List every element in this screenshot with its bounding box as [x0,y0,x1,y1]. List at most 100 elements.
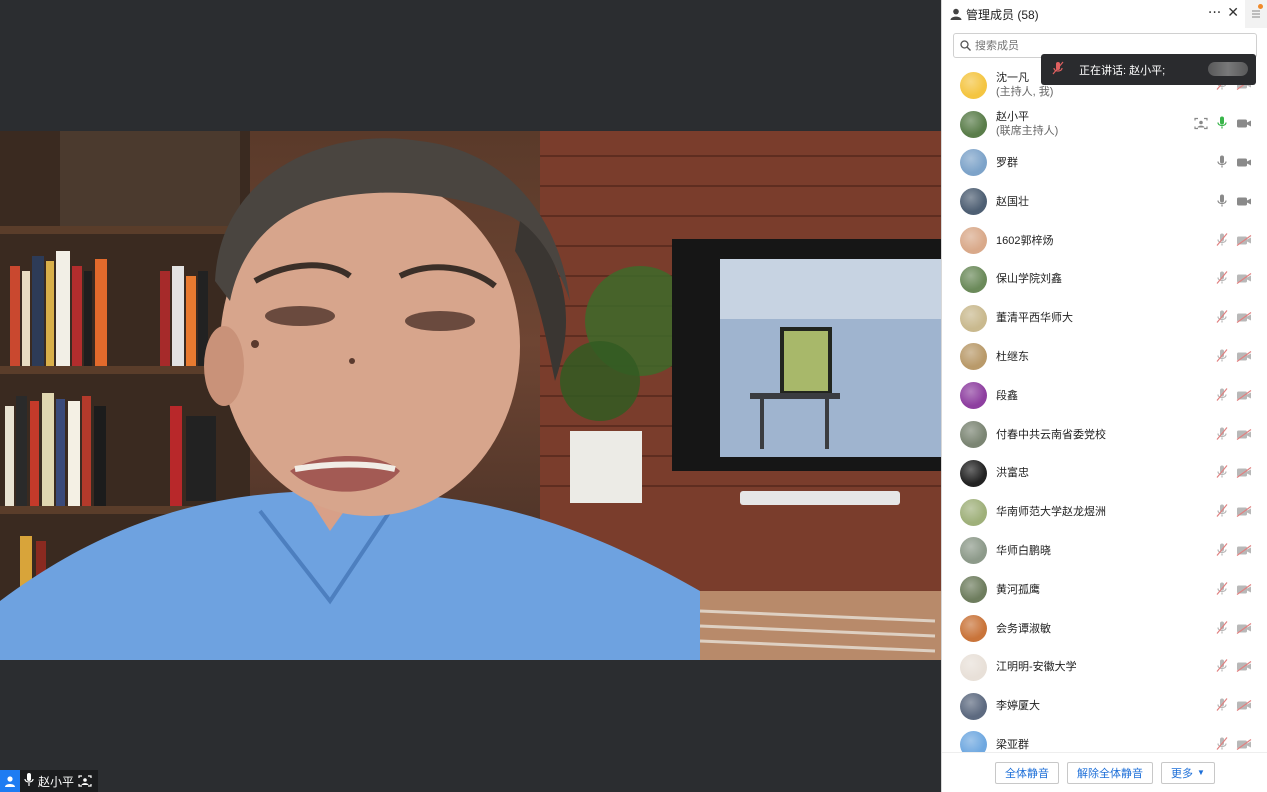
avatar [960,537,987,565]
member-name: 赵国壮 [996,195,1029,208]
member-name: 罗群 [996,156,1018,169]
camera-icon[interactable] [1236,192,1252,211]
more-button[interactable]: 更多 ▼ [1161,761,1215,784]
member-name: 1602郭梓炀 [996,234,1054,247]
mic-muted-icon[interactable] [1216,347,1228,366]
muted-mic-icon [1051,60,1065,79]
avatar [960,110,987,138]
avatar [960,653,987,681]
unmute-all-button[interactable]: 解除全体静音 [1067,761,1154,784]
caret-down-icon: ▼ [1197,768,1205,777]
member-list: 沈一凡 (主持人, 我) 赵小平 (联席主持人) 罗群 赵国壮 1602郭梓炀 保山学院刘鑫董… [942,66,1267,752]
blurred-area [1208,62,1248,76]
camera-off-icon[interactable] [1236,580,1252,599]
camera-off-icon[interactable] [1236,464,1252,483]
avatar [960,71,987,99]
member-name: 段鑫 [996,389,1018,402]
mic-muted-icon[interactable] [1216,580,1228,599]
avatar [960,227,987,255]
member-row[interactable]: 董清平西华师大 [942,299,1267,338]
camera-off-icon[interactable] [1236,658,1252,677]
speaker-name: 赵小平 [38,774,75,789]
member-name: 会务谭淑敏 [996,622,1051,635]
member-row[interactable]: 杜继东 [942,338,1267,377]
avatar [960,615,987,643]
member-name: 李婷厦大 [996,700,1040,713]
speaking-tooltip: 正在讲话: 赵小平; [1041,54,1256,85]
member-name: 黄河孤鹰 [996,583,1040,596]
more-button-label: 更多 [1171,767,1194,780]
mic-icon [24,772,34,791]
member-name: 江明明-安徽大学 [996,661,1077,674]
member-row[interactable]: 保山学院刘鑫 [942,260,1267,299]
mic-muted-icon[interactable] [1216,425,1228,444]
hamburger-icon [1252,10,1260,18]
mic-muted-icon[interactable] [1216,386,1228,405]
member-role: (联席主持人) [996,125,1059,138]
meeting-window: 赵小平 管理成员 (58) ··· ✕ 搜索成员 沈一凡 (主持人, 我) 赵小… [0,0,1267,792]
screen-share-icon [78,772,92,791]
member-row[interactable]: 黄河孤鹰 [942,570,1267,609]
member-row[interactable]: 罗群 [942,144,1267,183]
close-icon[interactable]: ✕ [1227,5,1239,21]
camera-off-icon[interactable] [1236,735,1252,752]
screen-share-icon[interactable] [1194,115,1208,134]
person-icon [950,5,962,24]
member-row[interactable]: 李婷厦大 [942,687,1267,726]
camera-off-icon[interactable] [1236,231,1252,250]
member-name: 洪富忠 [996,467,1029,480]
camera-off-icon[interactable] [1236,425,1252,444]
member-row[interactable]: 1602郭梓炀 [942,221,1267,260]
mic-muted-icon[interactable] [1216,231,1228,250]
mic-icon[interactable] [1216,115,1228,134]
mute-all-button[interactable]: 全体静音 [995,761,1060,784]
camera-off-icon[interactable] [1236,541,1252,560]
member-row[interactable]: 华南师范大学赵龙煜洲 [942,493,1267,532]
notification-dot [1258,4,1263,9]
mic-muted-icon[interactable] [1216,619,1228,638]
member-row[interactable]: 洪富忠 [942,454,1267,493]
member-name: 华师白鹏晓 [996,544,1051,557]
camera-off-icon[interactable] [1236,503,1252,522]
camera-icon[interactable] [1236,153,1252,172]
avatar [960,149,987,177]
member-role: (主持人, 我) [996,86,1054,99]
members-panel: 管理成员 (58) ··· ✕ 沈一凡(主持人, 我)赵小平(联席主持人)罗群赵… [941,0,1267,792]
member-row[interactable]: 段鑫 [942,376,1267,415]
mic-muted-icon[interactable] [1216,309,1228,328]
search-icon [960,36,971,55]
camera-off-icon[interactable] [1236,386,1252,405]
speaker-video[interactable] [0,131,941,660]
camera-off-icon[interactable] [1236,270,1252,289]
more-options-icon[interactable]: ··· [1208,5,1221,21]
member-row[interactable]: 付春中共云南省委党校 [942,415,1267,454]
member-name: 杜继东 [996,350,1029,363]
mic-muted-icon[interactable] [1216,464,1228,483]
camera-icon[interactable] [1236,115,1252,134]
mic-muted-icon[interactable] [1216,270,1228,289]
avatar [960,265,987,293]
mic-icon[interactable] [1216,192,1228,211]
camera-off-icon[interactable] [1236,309,1252,328]
camera-off-icon[interactable] [1236,347,1252,366]
member-name: 董清平西华师大 [996,312,1073,325]
mic-muted-icon[interactable] [1216,735,1228,752]
member-row[interactable]: 赵国壮 [942,182,1267,221]
mic-muted-icon[interactable] [1216,697,1228,716]
member-row[interactable]: 江明明-安徽大学 [942,648,1267,687]
panel-menu-button[interactable] [1245,0,1267,28]
speaker-video-image [0,131,941,660]
search-input[interactable] [975,39,1235,52]
member-row[interactable]: 梁亚群 [942,726,1267,752]
members-panel-footer: 全体静音 解除全体静音 更多 ▼ [942,752,1267,792]
avatar [960,343,987,371]
camera-off-icon[interactable] [1236,697,1252,716]
mic-muted-icon[interactable] [1216,541,1228,560]
mic-muted-icon[interactable] [1216,658,1228,677]
mic-icon[interactable] [1216,153,1228,172]
member-row[interactable]: 会务谭淑敏 [942,609,1267,648]
camera-off-icon[interactable] [1236,619,1252,638]
member-row[interactable]: 华师白鹏晓 [942,532,1267,571]
member-row[interactable]: 赵小平 (联席主持人) [942,105,1267,144]
mic-muted-icon[interactable] [1216,503,1228,522]
